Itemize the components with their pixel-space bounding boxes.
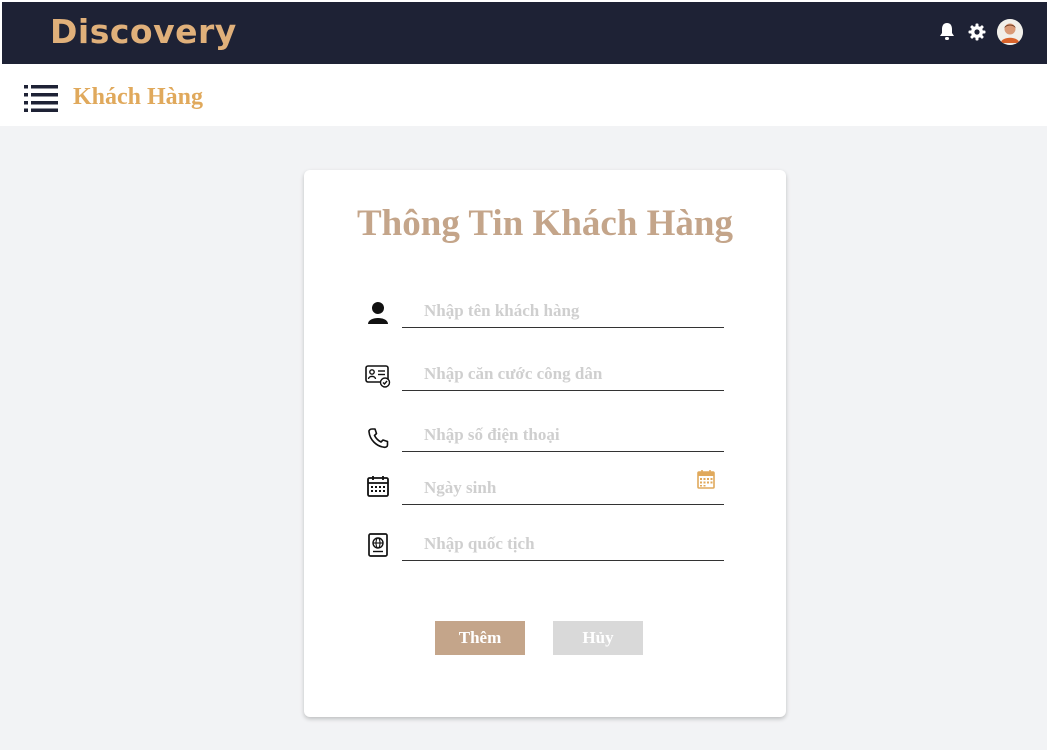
sub-header: Khách Hàng (0, 64, 1047, 126)
add-button[interactable]: Thêm (435, 621, 525, 655)
bell-icon[interactable] (937, 20, 957, 44)
cancel-button[interactable]: Hủy (553, 621, 643, 655)
id-card-icon (364, 362, 392, 390)
gear-icon[interactable] (967, 20, 987, 44)
citizen-id-input[interactable] (402, 357, 724, 391)
birthday-input[interactable] (402, 471, 724, 505)
customer-form-card: Thông Tin Khách Hàng Nhập tên khách hàng… (304, 170, 786, 717)
avatar[interactable] (997, 19, 1023, 45)
phone-icon (364, 424, 392, 452)
brand-logo[interactable]: Discovery (50, 12, 237, 51)
phone-input[interactable] (402, 418, 724, 452)
top-actions (937, 19, 1023, 45)
nationality-input[interactable] (402, 527, 724, 561)
date-picker-icon[interactable] (696, 469, 718, 491)
top-navbar: Discovery (2, 2, 1047, 64)
user-icon (364, 299, 392, 327)
customer-name-input[interactable] (402, 294, 724, 328)
page-title: Khách Hàng (73, 84, 204, 110)
menu-list-icon[interactable] (24, 84, 58, 112)
form-title: Thông Tin Khách Hàng (357, 203, 733, 244)
calendar-icon (364, 472, 392, 500)
passport-icon (364, 531, 392, 559)
